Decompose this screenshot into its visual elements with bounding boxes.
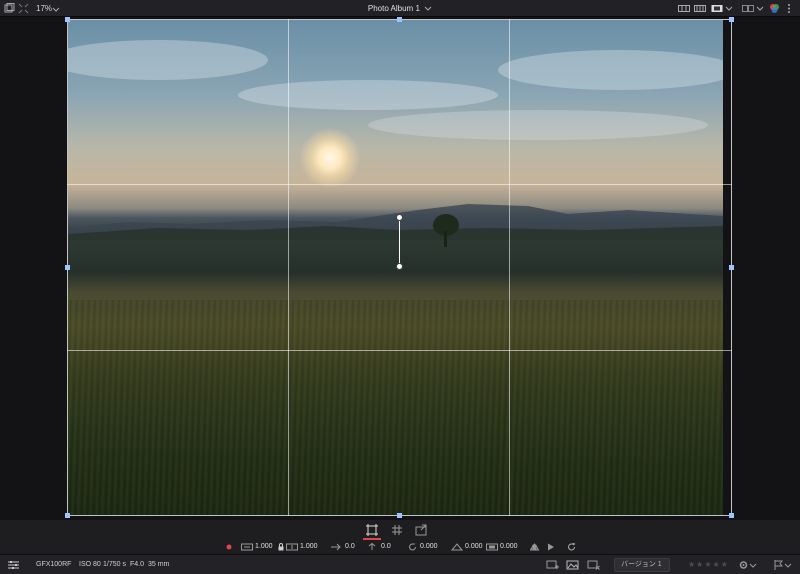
compare-view-icon[interactable] xyxy=(742,3,754,14)
remove-image-icon[interactable] xyxy=(587,559,600,571)
fit-icon[interactable] xyxy=(18,3,29,14)
album-selector[interactable]: Photo Album 1 xyxy=(368,0,432,17)
chevron-down-icon xyxy=(424,6,432,11)
crop-tools-bar xyxy=(0,520,800,540)
record-dot-icon[interactable] xyxy=(224,543,234,551)
cloud xyxy=(368,110,708,140)
crop-parameters-bar: 1.000 1.000 0.0 0.0 0.000 0.000 0.000 xyxy=(0,540,800,554)
reset-icon[interactable] xyxy=(567,543,577,551)
aspect-height-value[interactable]: 1.000 xyxy=(300,540,318,554)
straighten-handle-bottom[interactable] xyxy=(396,263,403,270)
resize-icon[interactable] xyxy=(414,523,428,537)
crop-frame-icon[interactable] xyxy=(365,523,379,537)
aspect-width-value[interactable]: 1.000 xyxy=(255,540,273,554)
tree xyxy=(433,214,459,247)
grid-overlay-icon[interactable] xyxy=(390,523,404,537)
chevron-down-icon[interactable] xyxy=(52,5,60,13)
crop-handle-top-left[interactable] xyxy=(65,17,70,22)
rotate-icon xyxy=(409,543,416,551)
crop-handle-bottom[interactable] xyxy=(397,513,402,518)
position-y-icon xyxy=(368,543,376,550)
flip-horizontal-icon xyxy=(451,543,463,551)
position-y-value[interactable]: 0.0 xyxy=(381,540,391,554)
sun xyxy=(300,128,360,188)
cloud xyxy=(238,80,498,110)
camera-model: GFX100RF xyxy=(36,561,72,568)
album-title: Photo Album 1 xyxy=(367,4,420,13)
viewer-layout-icon[interactable] xyxy=(4,3,15,14)
version-label: バージョン 1 xyxy=(621,561,662,568)
crop-handle-right[interactable] xyxy=(729,265,734,270)
aperture-value: F4.0 xyxy=(130,561,145,568)
image-info-icon[interactable] xyxy=(566,559,579,571)
crop-handle-top[interactable] xyxy=(397,17,402,22)
iso-value: ISO 80 xyxy=(79,561,101,568)
zoom-level[interactable]: 17% xyxy=(36,0,52,17)
crop-handle-left[interactable] xyxy=(65,265,70,270)
filmstrip-view-icon[interactable] xyxy=(678,3,690,14)
flip-left-icon[interactable] xyxy=(530,543,540,551)
distant-hills xyxy=(68,204,723,240)
rotation-value[interactable]: 0.000 xyxy=(420,540,438,554)
single-view-icon[interactable] xyxy=(711,3,723,14)
flip-vertical-icon xyxy=(486,543,498,551)
grid-view-icon[interactable] xyxy=(694,3,706,14)
position-x-value[interactable]: 0.0 xyxy=(345,540,355,554)
crop-handle-bottom-right[interactable] xyxy=(729,513,734,518)
color-scopes-icon[interactable] xyxy=(769,3,780,14)
flip-v-value[interactable]: 0.000 xyxy=(500,540,518,554)
cloud xyxy=(498,50,723,90)
chevron-down-icon[interactable] xyxy=(749,559,757,571)
chevron-down-icon[interactable] xyxy=(756,3,764,14)
version-selector[interactable]: バージョン 1 xyxy=(614,558,670,572)
width-icon xyxy=(241,543,253,551)
crop-handle-top-right[interactable] xyxy=(729,17,734,22)
image-viewer[interactable] xyxy=(0,17,800,520)
height-icon xyxy=(286,543,298,551)
crop-handle-bottom-left[interactable] xyxy=(65,513,70,518)
star-rating[interactable]: ★★★★★ xyxy=(688,555,729,574)
adjustments-icon[interactable] xyxy=(7,559,20,571)
cloud xyxy=(68,40,268,80)
grass-field xyxy=(68,300,723,515)
straighten-handle-top[interactable] xyxy=(396,214,403,221)
status-bar: GFX100RF ISO 80 1/750 s F4.0 35 mm バージョン… xyxy=(0,554,800,574)
flip-right-icon[interactable] xyxy=(546,543,556,551)
flip-h-value[interactable]: 0.000 xyxy=(465,540,483,554)
position-x-icon xyxy=(331,543,341,551)
chevron-down-icon[interactable] xyxy=(725,3,733,14)
top-bar: 17% Photo Album 1 xyxy=(0,0,800,17)
lock-icon[interactable] xyxy=(276,543,286,551)
shutter-speed: 1/750 s xyxy=(103,561,126,568)
add-to-album-icon[interactable] xyxy=(546,559,559,571)
more-options-icon[interactable] xyxy=(784,3,794,14)
chevron-down-icon[interactable] xyxy=(784,559,792,571)
focal-length: 35 mm xyxy=(148,561,170,568)
